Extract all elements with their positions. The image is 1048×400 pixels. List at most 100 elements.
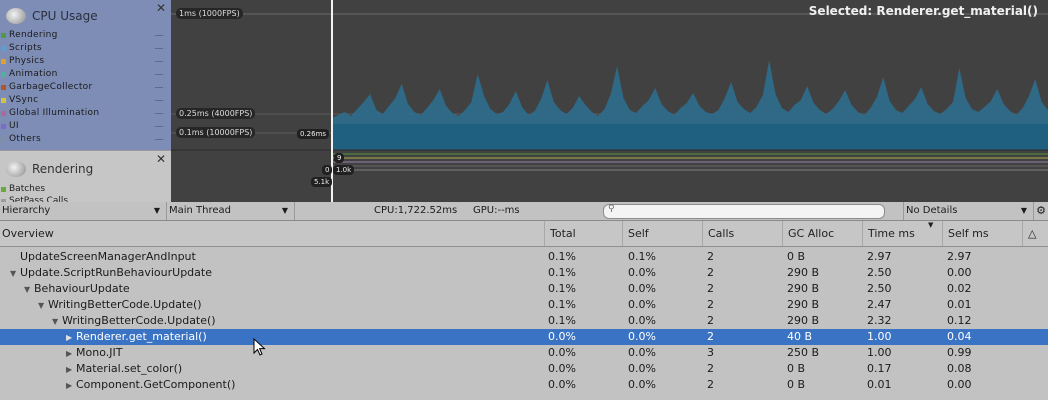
legend-label: UI: [9, 121, 19, 131]
cell-time: 0.17: [867, 362, 892, 375]
row-name-cell: ▼ WritingBetterCode.Update(): [38, 297, 202, 314]
column-self[interactable]: Self: [622, 221, 702, 246]
cell-self: 0.0%: [628, 330, 656, 343]
legend-label: GarbageCollector: [9, 82, 93, 92]
cell-total: 0.1%: [548, 298, 576, 311]
cell-time: 1.00: [867, 330, 892, 343]
view-mode-dropdown[interactable]: Hierarchy ▼: [0, 202, 167, 220]
row-name-cell: UpdateScreenManagerAndInput: [10, 249, 196, 265]
cpu-graph[interactable]: 1ms (1000FPS) 0.25ms (4000FPS) 0.1ms (10…: [171, 0, 1048, 202]
cell-calls: 2: [707, 362, 714, 375]
cell-calls: 3: [707, 346, 714, 359]
threshold-label-025ms: 0.25ms (4000FPS): [176, 108, 256, 119]
table-row[interactable]: UpdateScreenManagerAndInput 0.1% 0.1% 2 0 B 2…: [0, 249, 1048, 265]
chevron-down-icon: ▼: [281, 206, 288, 215]
warning-column[interactable]: △: [1022, 221, 1048, 246]
cell-time: 2.47: [867, 298, 892, 311]
legend-toggle-line: [155, 100, 163, 101]
legend-item-vsync[interactable]: VSync: [0, 94, 171, 107]
table-row[interactable]: ▶ Renderer.get_material() 0.0% 0.0% 2 40 B 1.0…: [0, 329, 1048, 345]
cursor-value-zero: 0: [322, 165, 333, 175]
table-row[interactable]: ▼ WritingBetterCode.Update() 0.1% 0.0% 2 290 …: [0, 297, 1048, 313]
thread-dropdown[interactable]: Main Thread ▼: [167, 202, 295, 220]
rendering-module[interactable]: Rendering ✕ Batches SetPass Calls: [0, 150, 171, 206]
legend-label: Batches: [9, 184, 46, 194]
legend-item-physics[interactable]: Physics: [0, 55, 171, 68]
close-rendering-module-icon[interactable]: ✕: [156, 152, 166, 166]
cell-time: 2.50: [867, 266, 892, 279]
cpu-usage-base-band: [332, 124, 1048, 150]
table-row[interactable]: ▶ Material.set_color() 0.0% 0.0% 2 0 B 0.17 0.0…: [0, 361, 1048, 377]
cell-gc: 0 B: [787, 362, 806, 375]
table-row[interactable]: ▶ Mono.JIT 0.0% 0.0% 3 250 B 1.00 0.99: [0, 345, 1048, 361]
cell-self: 0.0%: [628, 298, 656, 311]
legend-swatch: [1, 187, 6, 192]
legend-label: Animation: [9, 69, 58, 79]
legend-label: Scripts: [9, 43, 42, 53]
cell-selfms: 0.12: [947, 314, 972, 327]
legend-swatch: [1, 137, 6, 142]
legend-swatch: [1, 124, 6, 129]
view-mode-value: Hierarchy: [2, 205, 51, 216]
column-total[interactable]: Total: [544, 221, 622, 246]
details-dropdown[interactable]: No Details ▼: [903, 202, 1034, 220]
table-row[interactable]: ▼ Update.ScriptRunBehaviourUpdate 0.1% 0.0%…: [0, 265, 1048, 281]
row-name: WritingBetterCode.Update(): [62, 314, 216, 327]
legend-item-rendering[interactable]: Rendering: [0, 29, 171, 42]
expanded-triangle-icon[interactable]: ▼: [38, 298, 48, 314]
row-name: UpdateScreenManagerAndInput: [20, 250, 196, 263]
cell-gc: 250 B: [787, 346, 820, 359]
cell-gc: 290 B: [787, 266, 820, 279]
column-overview[interactable]: Overview: [0, 221, 544, 246]
collapsed-triangle-icon[interactable]: ▶: [66, 330, 76, 346]
hierarchy-table-header: Overview Total Self Calls GC Alloc Time …: [0, 221, 1048, 247]
legend-label: Global Illumination: [9, 108, 100, 118]
collapsed-triangle-icon[interactable]: ▶: [66, 346, 76, 362]
cursor-value-batches: 9: [334, 153, 345, 163]
gpu-time-label: GPU:--ms: [473, 205, 520, 216]
rendering-title: Rendering: [32, 162, 94, 176]
collapsed-triangle-icon[interactable]: ▶: [66, 378, 76, 394]
legend-item-garbagecollector[interactable]: GarbageCollector: [0, 81, 171, 94]
cell-calls: 2: [707, 266, 714, 279]
cell-time: 0.01: [867, 378, 892, 391]
cell-total: 0.0%: [548, 362, 576, 375]
legend-item-others[interactable]: Others: [0, 133, 171, 146]
legend-item-ui[interactable]: UI: [0, 120, 171, 133]
legend-swatch: [1, 46, 6, 51]
legend-item-global-illumination[interactable]: Global Illumination: [0, 107, 171, 120]
expanded-triangle-icon[interactable]: ▼: [10, 266, 20, 282]
collapsed-triangle-icon[interactable]: ▶: [66, 362, 76, 378]
legend-toggle-line: [155, 113, 163, 114]
cell-time: 2.97: [867, 250, 892, 263]
row-name: BehaviourUpdate: [34, 282, 130, 295]
cpu-legend: Rendering Scripts Physics Animation GarbageC…: [0, 29, 171, 146]
close-cpu-module-icon[interactable]: ✕: [156, 1, 166, 15]
cell-total: 0.1%: [548, 314, 576, 327]
cell-self: 0.1%: [628, 250, 656, 263]
table-row[interactable]: ▶ Component.GetComponent() 0.0% 0.0% 2 0 B 0.0…: [0, 377, 1048, 393]
legend-swatch: [1, 72, 6, 77]
column-calls[interactable]: Calls: [702, 221, 782, 246]
gear-icon[interactable]: ⚙: [1036, 202, 1046, 220]
legend-item-animation[interactable]: Animation: [0, 68, 171, 81]
cell-self: 0.0%: [628, 314, 656, 327]
warning-icon: △: [1028, 227, 1037, 240]
legend-label: Physics: [9, 56, 45, 66]
legend-toggle-line: [155, 139, 163, 140]
cell-self: 0.0%: [628, 362, 656, 375]
row-name-cell: ▶ Component.GetComponent(): [66, 377, 235, 394]
expanded-triangle-icon[interactable]: ▼: [52, 314, 62, 330]
cpu-graph-canvas[interactable]: [171, 0, 1048, 202]
cpu-usage-module[interactable]: CPU Usage ✕ Rendering Scripts Physics Anima…: [0, 0, 171, 150]
legend-item-scripts[interactable]: Scripts: [0, 42, 171, 55]
column-self-ms[interactable]: Self ms: [942, 221, 1022, 246]
search-input[interactable]: ⚲: [603, 204, 885, 219]
table-row[interactable]: ▼ BehaviourUpdate 0.1% 0.0% 2 290 B 2.50 0.02: [0, 281, 1048, 297]
legend-item-batches[interactable]: Batches: [0, 183, 68, 195]
expanded-triangle-icon[interactable]: ▼: [24, 282, 34, 298]
column-gc-alloc[interactable]: GC Alloc: [782, 221, 862, 246]
cell-calls: 2: [707, 330, 714, 343]
cpu-usage-title: CPU Usage: [32, 9, 98, 23]
table-row[interactable]: ▼ WritingBetterCode.Update() 0.1% 0.0% 2 290 …: [0, 313, 1048, 329]
